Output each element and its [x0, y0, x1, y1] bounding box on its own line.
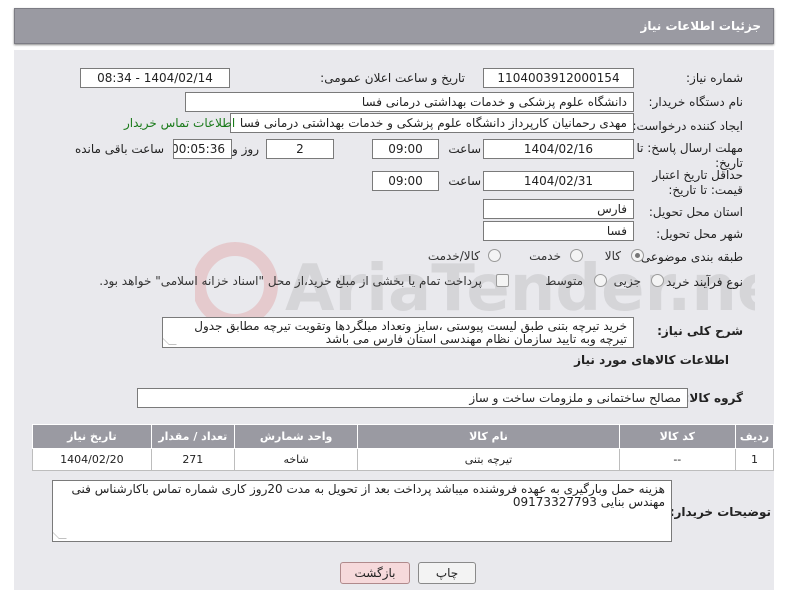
province-field[interactable]: فارس: [483, 199, 634, 219]
announce-label: تاریخ و ساعت اعلان عمومی:: [320, 71, 465, 85]
need-number-label: شماره نیاز:: [686, 71, 743, 85]
treasury-payment-checkbox[interactable]: [496, 274, 509, 287]
print-button[interactable]: چاپ: [418, 562, 476, 584]
page-title: جزئیات اطلاعات نیاز: [640, 19, 761, 33]
deadline-date-field[interactable]: 1404/02/16: [483, 139, 634, 159]
validity-label: حداقل تاریخ اعتبار قیمت: تا تاریخ:: [652, 168, 743, 197]
goods-section-title: اطلاعات کالاهای مورد نیاز: [574, 353, 729, 367]
col-row-number: ردیف: [735, 424, 774, 449]
process-radio-partial[interactable]: [651, 274, 664, 287]
col-need-date: تاریخ نیاز: [32, 424, 152, 449]
treasury-payment-note: پرداخت تمام یا بخشی از مبلغ خرید،از محل …: [99, 274, 482, 288]
row-number-cell: 1: [735, 448, 774, 471]
announce-field[interactable]: 1404/02/14 - 08:34: [80, 68, 230, 88]
process-option-medium: متوسط: [545, 274, 583, 288]
quantity-cell: 271: [150, 448, 235, 471]
buyer-notes-textarea[interactable]: هزینه حمل وبارگیری به عهده فروشنده میباش…: [52, 480, 672, 542]
category-radio-service[interactable]: [570, 249, 583, 262]
deadline-label: مهلت ارسال پاسخ: تا تاریخ:: [636, 141, 743, 170]
validity-date-field[interactable]: 1404/02/31: [483, 171, 634, 191]
description-label: شرح کلی نیاز:: [657, 324, 743, 338]
category-label: طبقه بندی موضوعی:: [636, 250, 743, 264]
category-option-both: کالا/خدمت: [427, 249, 480, 263]
col-unit: واحد شمارش: [233, 424, 359, 449]
city-field[interactable]: فسا: [483, 221, 634, 241]
remaining-label: ساعت باقی مانده: [74, 142, 164, 156]
col-item-code: کد کالا: [618, 424, 737, 449]
table-row[interactable]: 1 -- تیرچه بتنی شاخه 271 1404/02/20: [32, 448, 774, 471]
validity-time-field[interactable]: 09:00: [372, 171, 439, 191]
contact-info-link[interactable]: اطلاعات تماس خریدار: [124, 116, 235, 130]
col-item-name: نام کالا: [357, 424, 620, 449]
province-label: استان محل تحویل:: [648, 205, 743, 219]
goods-table-header: ردیف کد کالا نام کالا واحد شمارش تعداد /…: [32, 424, 774, 449]
item-name-cell: تیرچه بتنی: [357, 448, 620, 471]
category-option-service: خدمت: [529, 249, 561, 263]
resize-handle[interactable]: [163, 337, 177, 345]
goods-table: ردیف کد کالا نام کالا واحد شمارش تعداد /…: [32, 424, 774, 471]
page-header: جزئیات اطلاعات نیاز: [14, 8, 774, 44]
creator-field[interactable]: مهدی رحمانیان کارپرداز دانشگاه علوم پزشک…: [230, 113, 634, 133]
creator-label: ایجاد کننده درخواست:: [632, 119, 743, 133]
resize-handle[interactable]: [53, 531, 67, 539]
goods-group-field[interactable]: مصالح ساختمانی و ملزومات ساخت و ساز: [137, 388, 688, 408]
col-quantity: تعداد / مقدار: [150, 424, 235, 449]
back-button[interactable]: بازگشت: [340, 562, 410, 584]
process-label: نوع فرآیند خرید :: [658, 275, 743, 289]
remaining-time-field[interactable]: 00:05:36: [173, 139, 232, 159]
city-label: شهر محل تحویل:: [656, 227, 743, 241]
days-field[interactable]: 2: [266, 139, 334, 159]
need-date-cell: 1404/02/20: [32, 448, 152, 471]
item-code-cell: --: [618, 448, 737, 471]
buyer-notes-text: هزینه حمل وبارگیری به عهده فروشنده میباش…: [71, 482, 665, 509]
category-radio-goods[interactable]: [631, 249, 644, 262]
buyer-org-label: نام دستگاه خریدار:: [648, 95, 744, 109]
buyer-notes-label: توضیحات خریدار:: [669, 505, 771, 519]
goods-group-label: گروه کالا:: [684, 391, 743, 405]
deadline-time-label: ساعت: [448, 142, 481, 156]
buyer-org-field[interactable]: دانشگاه علوم پزشکی و خدمات بهداشتی درمان…: [185, 92, 634, 112]
deadline-time-field[interactable]: 09:00: [372, 139, 439, 159]
category-radio-both[interactable]: [488, 249, 501, 262]
process-option-partial: جزیی: [613, 274, 641, 288]
need-number-field[interactable]: 1104003912000154: [483, 68, 634, 88]
unit-cell: شاخه: [233, 448, 359, 471]
category-option-goods: کالا: [604, 249, 621, 263]
validity-time-label: ساعت: [448, 174, 481, 188]
process-radio-medium[interactable]: [594, 274, 607, 287]
description-text: خرید تیرچه بتنی طبق لیست پیوستی ،سایز وت…: [194, 319, 627, 346]
days-label: روز و: [232, 142, 259, 156]
description-textarea[interactable]: خرید تیرچه بتنی طبق لیست پیوستی ،سایز وت…: [162, 317, 634, 348]
